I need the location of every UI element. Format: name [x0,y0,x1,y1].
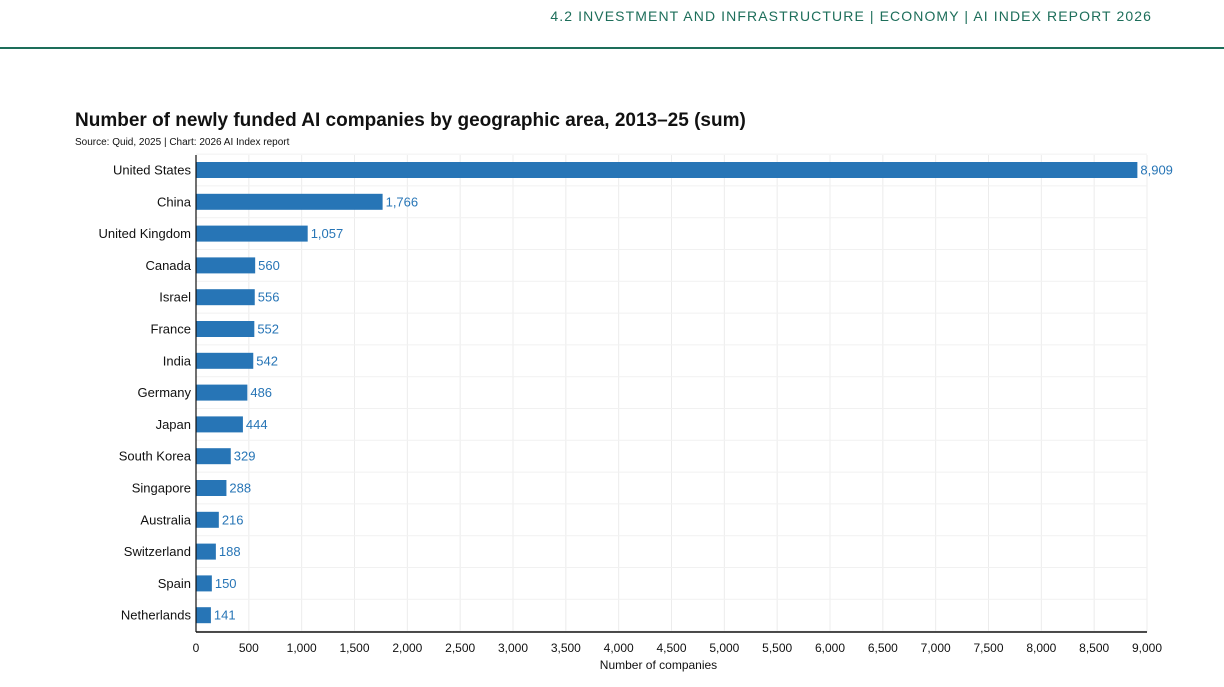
category-label: Canada [145,258,191,273]
x-tick-label: 9,000 [1132,641,1162,655]
bar-singapore [196,480,227,496]
x-tick-label: 6,500 [868,641,898,655]
data-label: 288 [229,481,251,496]
x-tick-label: 500 [239,641,259,655]
data-label: 1,057 [311,226,344,241]
data-label: 486 [250,385,272,400]
x-axis-title: Number of companies [600,658,717,672]
x-tick-label: 1,000 [287,641,317,655]
x-tick-label: 4,500 [656,641,686,655]
x-tick-label: 0 [193,641,200,655]
x-tick-label: 7,500 [973,641,1003,655]
x-tick-label: 4,000 [604,641,634,655]
category-label: United Kingdom [99,226,192,241]
x-tick-label: 5,500 [762,641,792,655]
bar-india [196,352,254,369]
x-tick-label: 3,000 [498,641,528,655]
category-label: Germany [138,385,192,400]
data-label: 8,909 [1140,163,1173,178]
data-label: 552 [257,322,279,337]
category-label: Australia [140,512,191,527]
category-label: South Korea [119,449,192,464]
category-label: Netherlands [121,608,192,623]
category-label: Japan [156,417,191,432]
data-label: 1,766 [386,194,419,209]
bar-france [196,321,255,337]
category-label: Singapore [132,481,191,496]
x-tick-label: 2,000 [392,641,422,655]
data-label: 542 [256,353,278,368]
bar-netherlands [196,607,211,624]
bar-united-kingdom [196,225,308,242]
category-label: Spain [158,576,191,591]
x-tick-label: 7,000 [921,641,951,655]
bar-germany [196,384,248,401]
bar-canada [196,257,256,274]
x-tick-label: 5,000 [709,641,739,655]
data-label: 556 [258,290,280,305]
data-label: 444 [246,417,268,432]
bar-israel [196,289,255,306]
x-tick-label: 2,500 [445,641,475,655]
x-tick-label: 1,500 [339,641,369,655]
bar-china [196,193,383,210]
data-label: 188 [219,544,241,559]
bar-chart: United States 8,909 China 1,766 United Kingd… [99,153,1173,672]
category-label: Israel [159,290,191,305]
bar-japan [196,416,243,433]
x-tick-label: 8,000 [1026,641,1056,655]
category-label: United States [113,163,192,178]
bar-australia [196,511,219,528]
x-tick-label: 8,500 [1079,641,1109,655]
bar-switzerland [196,543,216,560]
category-label: India [163,353,192,368]
bar-spain [196,575,212,592]
x-tick-label: 3,500 [551,641,581,655]
data-label: 141 [214,608,236,623]
bar-south-korea [196,448,231,465]
data-label: 150 [215,576,237,591]
category-label: Switzerland [124,544,191,559]
bar-united-states [196,162,1138,178]
category-label: China [157,194,192,209]
data-label: 216 [222,512,244,527]
category-label: France [151,322,191,337]
x-tick-label: 6,000 [815,641,845,655]
data-label: 329 [234,449,256,464]
data-label: 560 [258,258,280,273]
